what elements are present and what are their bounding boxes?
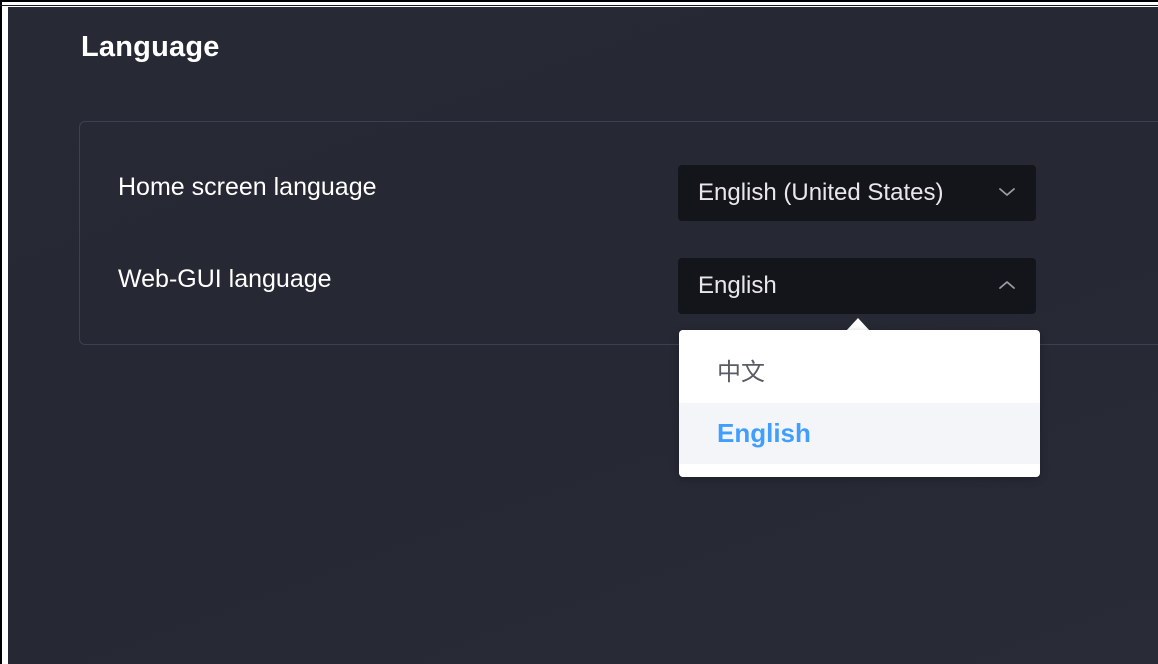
web-gui-language-value: English: [698, 272, 777, 299]
language-settings-panel: Language Home screen language English (U…: [8, 7, 1158, 664]
chevron-up-icon: [999, 281, 1015, 289]
web-gui-language-label: Web-GUI language: [118, 265, 332, 293]
top-border-line: [0, 5, 1158, 6]
web-gui-language-dropdown: 中文 English: [679, 330, 1040, 477]
home-screen-language-value: English (United States): [698, 179, 944, 206]
option-chinese[interactable]: 中文: [679, 342, 1040, 403]
home-screen-language-label: Home screen language: [118, 173, 377, 201]
page-title: Language: [81, 31, 220, 63]
web-gui-language-select[interactable]: English: [678, 258, 1036, 314]
option-english[interactable]: English: [679, 403, 1040, 464]
chevron-down-icon: [999, 188, 1015, 196]
language-settings-card: Home screen language English (United Sta…: [79, 121, 1158, 345]
home-screen-language-select[interactable]: English (United States): [678, 165, 1036, 221]
